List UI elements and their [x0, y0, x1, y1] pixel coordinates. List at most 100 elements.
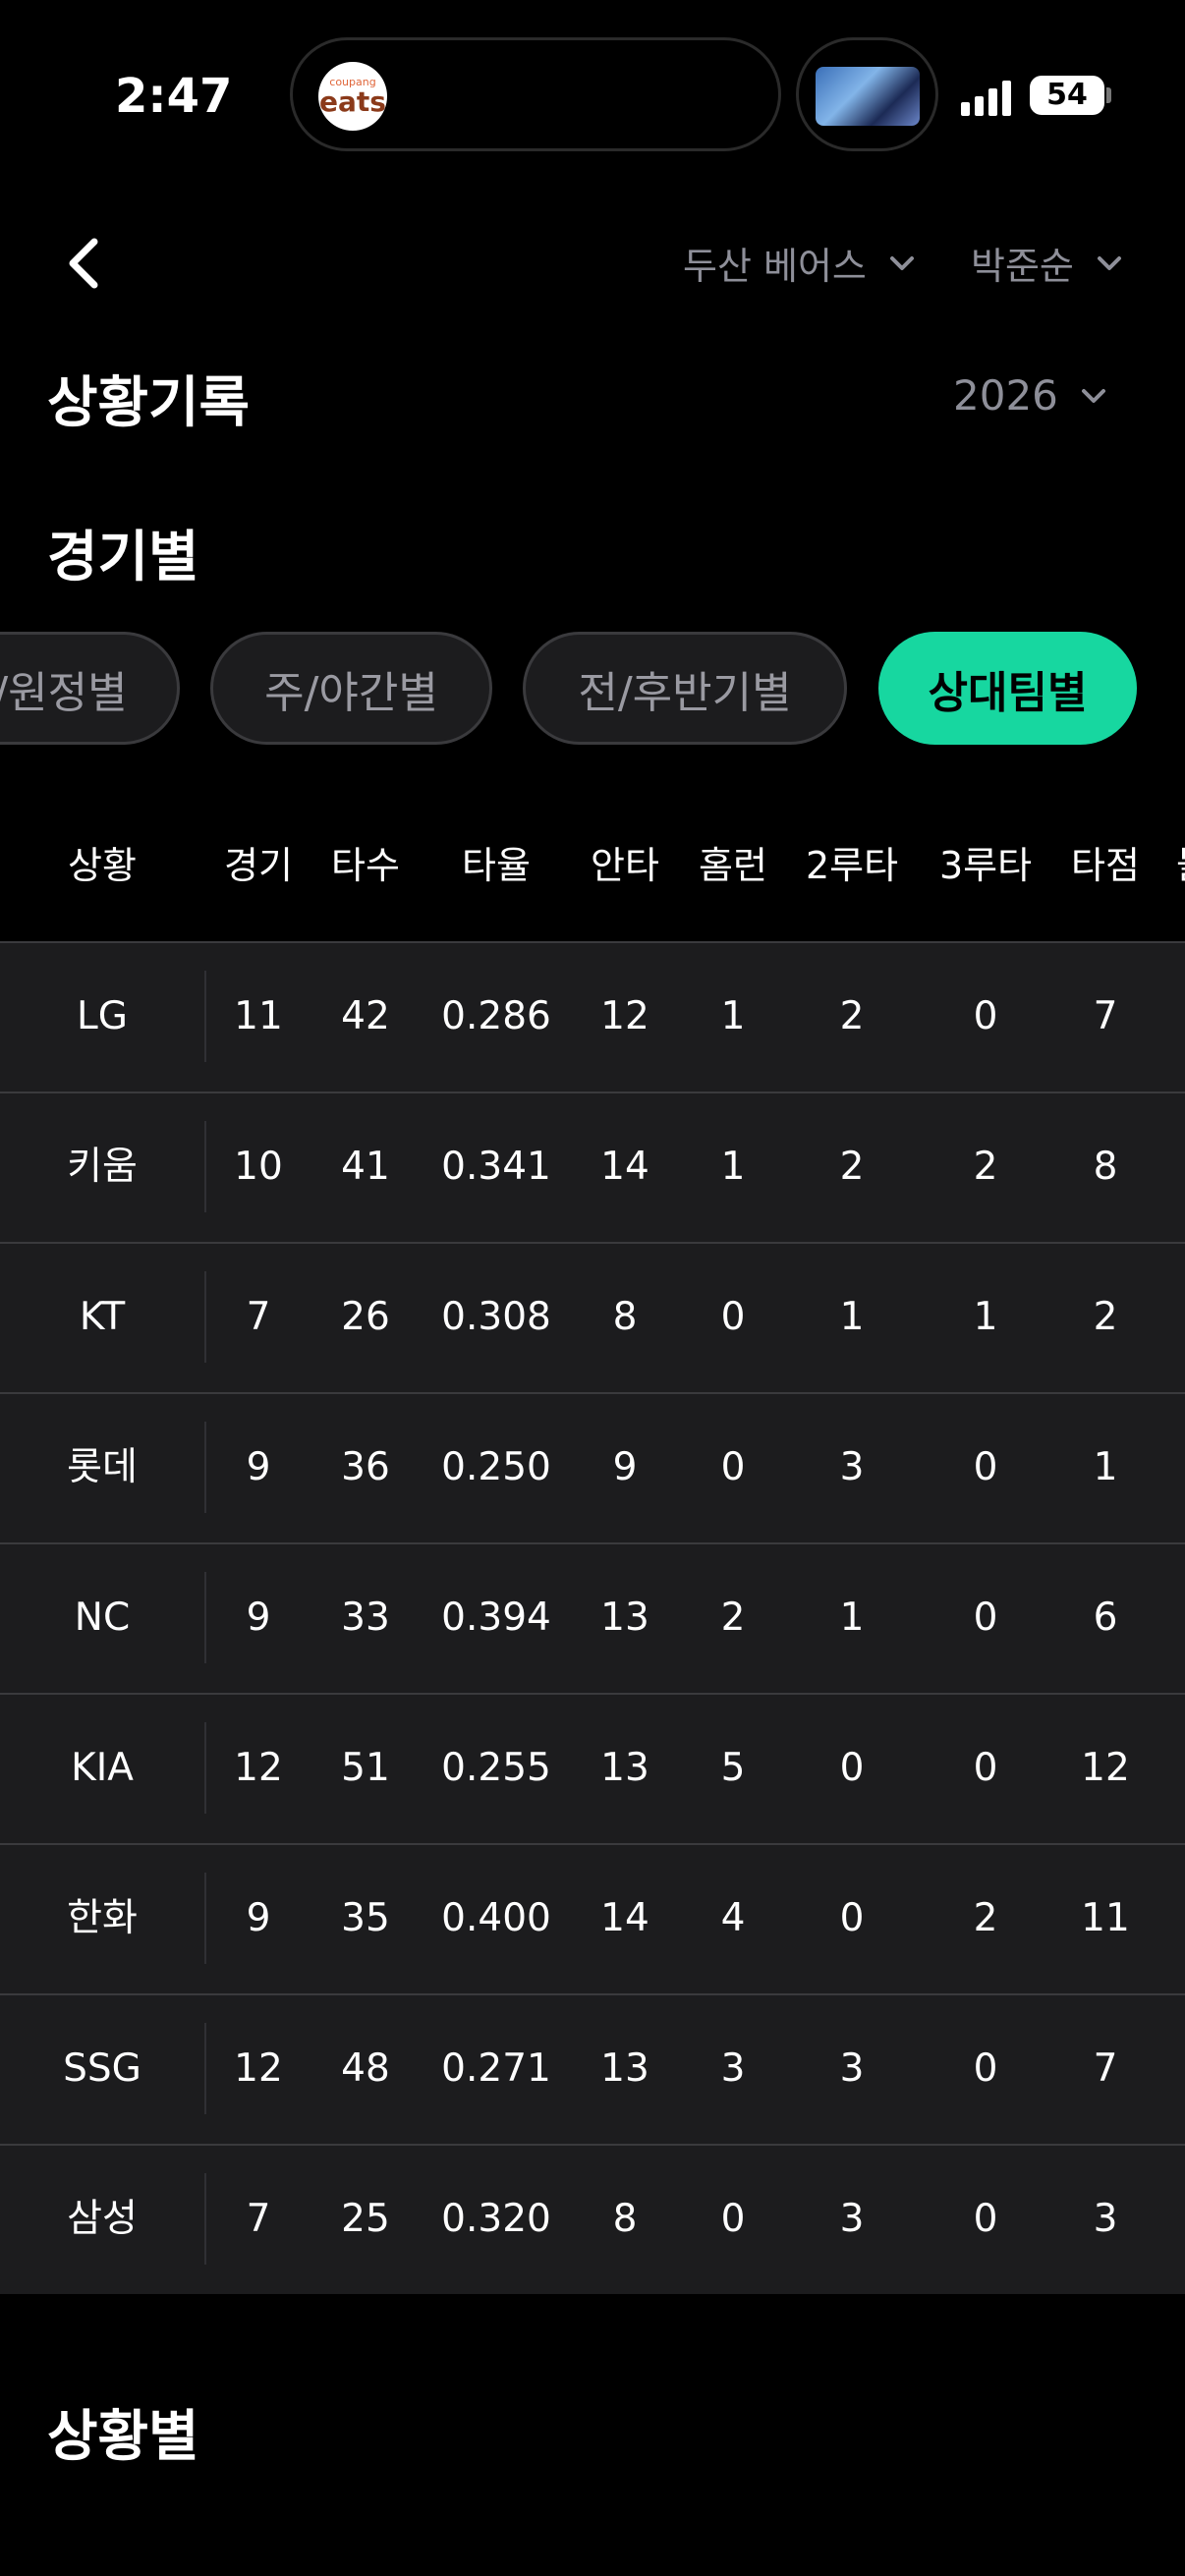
cell-at-bats: 51 — [341, 1746, 390, 1790]
cell-avg: 0.250 — [441, 1445, 551, 1489]
table-header: 상황 경기 타수 타율 안타 홈런 2루타 3루타 타점 볼 — [0, 835, 1185, 894]
cell-rbi: 7 — [1093, 2046, 1118, 2091]
cell-hr: 1 — [720, 1145, 746, 1189]
year-dropdown[interactable]: 2026 — [953, 371, 1109, 420]
cell-games: 9 — [246, 1596, 271, 1640]
table-row: 롯데 9 36 0.250 9 0 3 0 1 — [0, 1392, 1185, 1542]
table-row: NC 9 33 0.394 13 2 1 0 6 — [0, 1542, 1185, 1693]
cell-3b: 0 — [973, 2046, 998, 2091]
cell-team: KIA — [71, 1746, 134, 1790]
cell-team: SSG — [63, 2046, 141, 2091]
cell-2b: 3 — [839, 2046, 865, 2091]
cell-2b: 2 — [839, 1145, 865, 1189]
team-dropdown-label: 두산 베어스 — [683, 245, 867, 288]
table-row: 키움 10 41 0.341 14 1 2 2 8 — [0, 1092, 1185, 1242]
chip-home-away[interactable]: /원정별 — [0, 632, 180, 745]
app-badge-big: eats — [319, 85, 386, 118]
chevron-down-icon — [1097, 255, 1121, 270]
coupang-eats-icon: coupang eats — [318, 62, 387, 131]
cell-3b: 2 — [973, 1145, 998, 1189]
battery-tip — [1106, 87, 1111, 103]
cell-at-bats: 33 — [341, 1596, 390, 1640]
cell-games: 12 — [234, 2046, 283, 2091]
cell-games: 12 — [234, 1746, 283, 1790]
col-situation: 상황 — [68, 844, 137, 887]
cell-at-bats: 36 — [341, 1445, 390, 1489]
cell-hr: 0 — [720, 1445, 746, 1489]
cell-team: KT — [79, 1295, 126, 1339]
row-divider — [0, 1092, 1185, 1093]
cell-3b: 1 — [973, 1295, 998, 1339]
cell-hr: 5 — [720, 1746, 746, 1790]
cell-avg: 0.320 — [441, 2197, 551, 2241]
cell-games: 7 — [246, 2197, 271, 2241]
chip-opponent[interactable]: 상대팀별 — [878, 632, 1137, 745]
cell-avg: 0.308 — [441, 1295, 551, 1339]
row-divider — [0, 941, 1185, 943]
cell-rbi: 2 — [1093, 1295, 1118, 1339]
page-title: 상황기록 — [47, 371, 251, 435]
col-at-bats: 타수 — [331, 844, 400, 887]
chevron-down-icon — [1081, 388, 1105, 403]
cell-games: 7 — [246, 1295, 271, 1339]
cell-team: NC — [74, 1596, 131, 1640]
cell-games: 11 — [234, 994, 283, 1038]
cell-rbi: 11 — [1081, 1896, 1130, 1940]
section-title-situation: 상황별 — [47, 2405, 199, 2469]
cell-rbi: 1 — [1093, 1445, 1118, 1489]
back-chevron-icon[interactable] — [59, 234, 114, 293]
cell-rbi: 12 — [1081, 1746, 1130, 1790]
cell-hr: 0 — [720, 2197, 746, 2241]
media-activity[interactable] — [796, 37, 938, 151]
cell-team: 삼성 — [67, 2197, 138, 2241]
cell-at-bats: 25 — [341, 2197, 390, 2241]
cell-2b: 0 — [839, 1896, 865, 1940]
col-3b: 3루타 — [938, 844, 1033, 887]
chip-day-night[interactable]: 주/야간별 — [210, 632, 492, 745]
cell-team: 키움 — [67, 1145, 138, 1189]
cell-at-bats: 42 — [341, 994, 390, 1038]
table-row: KIA 12 51 0.255 13 5 0 0 12 — [0, 1693, 1185, 1843]
cell-rbi: 8 — [1093, 1145, 1118, 1189]
cell-games: 9 — [246, 1896, 271, 1940]
cell-rbi: 7 — [1093, 994, 1118, 1038]
cell-avg: 0.255 — [441, 1746, 551, 1790]
player-dropdown[interactable]: 박준순 — [971, 236, 1125, 290]
cell-rbi: 6 — [1093, 1596, 1118, 1640]
chip-first-second-half[interactable]: 전/후반기별 — [523, 632, 847, 745]
cell-hr: 2 — [720, 1596, 746, 1640]
cell-2b: 1 — [839, 1596, 865, 1640]
cell-games: 9 — [246, 1445, 271, 1489]
table-row: 삼성 7 25 0.320 8 0 3 0 3 — [0, 2144, 1185, 2294]
cell-hits: 14 — [600, 1145, 649, 1189]
cell-3b: 0 — [973, 1596, 998, 1640]
cell-hr: 4 — [720, 1896, 746, 1940]
status-time: 2:47 — [115, 69, 233, 124]
player-dropdown-label: 박준순 — [971, 245, 1074, 288]
cell-2b: 3 — [839, 1445, 865, 1489]
battery-icon: 54 — [1030, 76, 1104, 115]
cell-hits: 14 — [600, 1896, 649, 1940]
column-divider — [204, 1873, 206, 1964]
column-divider — [204, 1572, 206, 1663]
dynamic-island[interactable]: coupang eats — [290, 37, 781, 151]
row-divider — [0, 1843, 1185, 1845]
table-row: KT 7 26 0.308 8 0 1 1 2 — [0, 1242, 1185, 1392]
cell-3b: 0 — [973, 1746, 998, 1790]
column-divider — [204, 1722, 206, 1814]
media-thumbnail — [816, 67, 920, 126]
cell-team: 한화 — [67, 1896, 138, 1940]
table-row: LG 11 42 0.286 12 1 2 0 7 — [0, 941, 1185, 1092]
cell-rbi: 3 — [1093, 2197, 1118, 2241]
col-games: 경기 — [224, 844, 293, 887]
cell-at-bats: 26 — [341, 1295, 390, 1339]
col-hr: 홈런 — [699, 844, 767, 887]
cell-hits: 9 — [612, 1445, 638, 1489]
cell-at-bats: 35 — [341, 1896, 390, 1940]
cellular-signal-icon — [961, 79, 1012, 116]
team-dropdown[interactable]: 두산 베어스 — [683, 236, 918, 290]
cell-at-bats: 41 — [341, 1145, 390, 1189]
stats-table[interactable]: LG 11 42 0.286 12 1 2 0 7 키움 10 41 0.341… — [0, 941, 1185, 2294]
cell-2b: 1 — [839, 1295, 865, 1339]
table-row: SSG 12 48 0.271 13 3 3 0 7 — [0, 1993, 1185, 2144]
